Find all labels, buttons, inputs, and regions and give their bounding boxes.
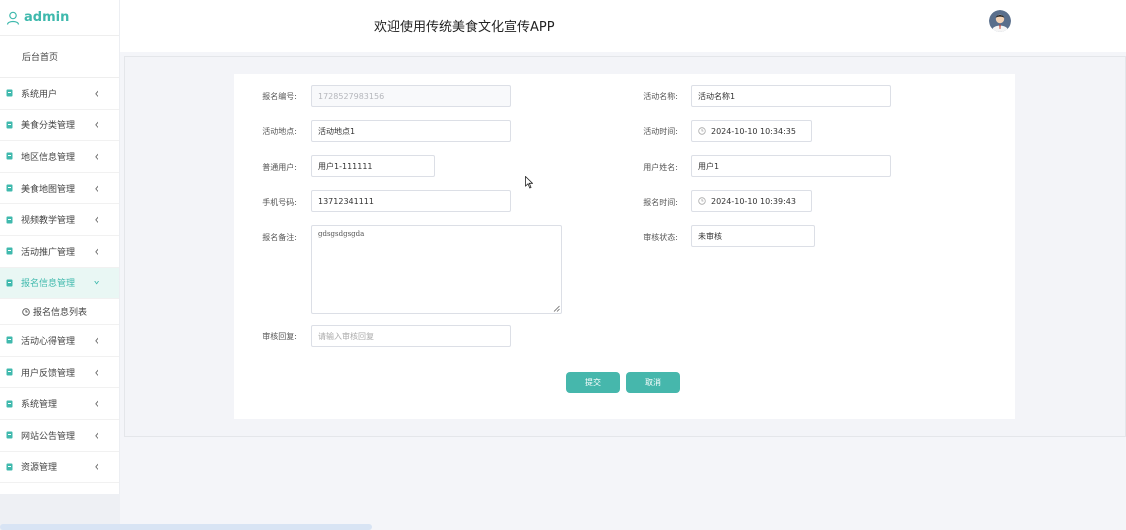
file-icon: [6, 336, 13, 344]
sidebar-item-food-map[interactable]: 美食地图管理 ‹: [0, 173, 119, 205]
sidebar-item-registration-info[interactable]: 报名信息管理 ›: [0, 267, 119, 300]
activity-time-label: 活动时间:: [643, 127, 678, 136]
sidebar-item-label: 系统管理: [21, 400, 58, 411]
chevron-left-icon: ‹: [94, 148, 99, 165]
chevron-left-icon: ‹: [94, 116, 99, 134]
chevron-left-icon: ‹: [94, 332, 99, 349]
clock-icon: [22, 307, 30, 316]
sidebar-item-region-info[interactable]: 地区信息管理 ‹: [0, 141, 119, 173]
sidebar-item-system-users[interactable]: 系统用户 ‹: [0, 78, 119, 110]
chevron-left-icon: ‹: [94, 395, 99, 413]
clock-icon: [698, 197, 706, 205]
reg-no-label: 报名编号:: [262, 92, 297, 101]
sidebar-item-label: 美食分类管理: [21, 121, 76, 132]
sidebar-item-site-announcement[interactable]: 网站公告管理 ‹: [0, 420, 119, 452]
cancel-button[interactable]: 取消: [626, 372, 680, 393]
chevron-left-icon: ‹: [94, 458, 99, 476]
file-icon: [6, 463, 13, 471]
top-header: 欢迎使用传统美食文化宣传APP: [120, 0, 1126, 52]
file-icon: [6, 89, 13, 97]
file-icon: [6, 121, 13, 129]
activity-name-field[interactable]: 活动名称1: [691, 85, 891, 107]
chevron-down-icon: ›: [90, 279, 104, 286]
status-label: 审核状态:: [643, 233, 678, 242]
reply-input[interactable]: 请输入审核回复: [311, 325, 511, 347]
resize-handle-icon[interactable]: [553, 305, 560, 312]
location-label: 活动地点:: [262, 127, 297, 136]
chevron-left-icon: ‹: [94, 211, 99, 229]
user-name-field[interactable]: 用户1: [691, 155, 891, 177]
sidebar-subitem-registration-list[interactable]: 报名信息列表: [0, 299, 119, 326]
phone-label: 手机号码:: [262, 198, 297, 207]
sidebar-subitem-label: 报名信息列表: [33, 308, 88, 319]
sidebar-item-label: 美食地图管理: [21, 184, 76, 195]
horizontal-scrollbar[interactable]: [0, 524, 372, 530]
user-icon: [6, 11, 20, 25]
sidebar-item-label: 用户反馈管理: [21, 368, 76, 379]
reg-time-picker[interactable]: 2024-10-10 10:39:43: [691, 190, 812, 212]
sidebar-item-system-management[interactable]: 系统管理 ‹: [0, 388, 119, 420]
file-icon: [6, 431, 13, 439]
sidebar-item-resource-management[interactable]: 资源管理 ‹: [0, 452, 119, 484]
sidebar-item-activity-promotion[interactable]: 活动推广管理 ‹: [0, 236, 119, 268]
sidebar-item-food-category[interactable]: 美食分类管理 ‹: [0, 110, 119, 142]
sidebar-item-label: 视频教学管理: [21, 216, 76, 227]
avatar-icon: [989, 10, 1011, 32]
brand-name: admin: [24, 10, 70, 25]
reg-time-value: 2024-10-10 10:39:43: [711, 196, 796, 206]
file-icon: [6, 216, 13, 224]
mouse-cursor-icon: [525, 176, 533, 189]
location-field[interactable]: 活动地点1: [311, 120, 511, 142]
activity-time-value: 2024-10-10 10:34:35: [711, 126, 796, 136]
activity-time-picker[interactable]: 2024-10-10 10:34:35: [691, 120, 812, 142]
user-select[interactable]: 用户1-111111: [311, 155, 435, 177]
chevron-left-icon: ‹: [94, 179, 99, 197]
sidebar-item-label: 活动心得管理: [21, 336, 76, 347]
file-icon: [6, 152, 13, 160]
clock-icon: [698, 127, 706, 135]
file-icon: [6, 279, 13, 287]
sidebar-item-video-teaching[interactable]: 视频教学管理 ‹: [0, 204, 119, 236]
sidebar-item-home[interactable]: 后台首页: [0, 36, 119, 78]
user-label: 普通用户:: [262, 163, 297, 172]
file-icon: [6, 184, 13, 192]
status-field[interactable]: 未审核: [691, 225, 815, 247]
chevron-left-icon: ‹: [94, 84, 99, 102]
remark-value: gdsgsdgsgda: [318, 230, 365, 238]
sidebar-item-label: 系统用户: [21, 89, 58, 100]
chevron-left-icon: ‹: [94, 242, 99, 260]
chevron-left-icon: ‹: [94, 426, 99, 444]
phone-field[interactable]: 13712341111: [311, 190, 511, 212]
chevron-left-icon: ‹: [94, 363, 99, 381]
activity-name-label: 活动名称:: [643, 92, 678, 101]
sidebar-item-activity-experience[interactable]: 活动心得管理 ‹: [0, 325, 119, 357]
sidebar-item-label: 地区信息管理: [21, 152, 76, 163]
file-icon: [6, 247, 13, 255]
file-icon: [6, 368, 13, 376]
page-title: 欢迎使用传统美食文化宣传APP: [374, 20, 555, 35]
remark-label: 报名备注:: [262, 233, 297, 242]
sidebar-item-label: 网站公告管理: [21, 431, 76, 442]
reg-time-label: 报名时间:: [643, 198, 678, 207]
remark-textarea[interactable]: gdsgsdgsgda: [311, 225, 562, 314]
avatar[interactable]: [989, 10, 1011, 32]
user-name-label: 用户姓名:: [643, 163, 678, 172]
sidebar: admin 后台首页 系统用户 ‹ 美食分类管理 ‹ 地区信息管理 ‹ 美食地图…: [0, 0, 120, 494]
sidebar-item-label: 活动推广管理: [21, 247, 76, 258]
reg-no-field: 1728527983156: [311, 85, 511, 107]
reply-label: 审核回复:: [262, 332, 297, 341]
sidebar-item-user-feedback[interactable]: 用户反馈管理 ‹: [0, 357, 119, 389]
brand: admin: [0, 0, 119, 36]
sidebar-item-label: 报名信息管理: [21, 279, 76, 290]
submit-button[interactable]: 提交: [566, 372, 620, 393]
file-icon: [6, 400, 13, 408]
sidebar-item-label: 资源管理: [21, 463, 58, 474]
